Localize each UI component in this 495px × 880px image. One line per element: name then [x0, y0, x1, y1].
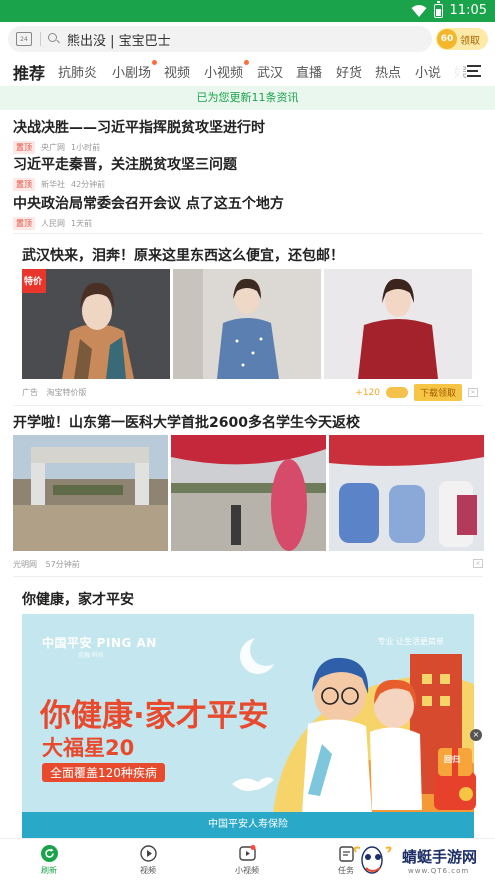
watermark-url: www.QT6.com — [408, 867, 470, 875]
download-claim-button[interactable]: 下载领取 — [413, 384, 462, 401]
news-item[interactable]: 决战决胜——习近平指挥脱贫攻坚进行时 置顶 央广网 1小时前 — [13, 117, 483, 154]
news-meta: 置顶 新华社 42分钟前 — [13, 178, 483, 191]
ad-image[interactable] — [324, 269, 472, 379]
status-bar: 11:05 — [0, 0, 495, 22]
pinned-tag: 置顶 — [13, 178, 35, 191]
nav-label: 刷新 — [41, 866, 57, 875]
nav-small-video[interactable]: 小视频 — [227, 845, 267, 876]
refresh-icon — [40, 845, 58, 862]
banner-section-title[interactable]: 你健康，家才平安 — [22, 589, 134, 609]
tab-label: 小视频 — [204, 66, 244, 81]
watermark-text: 蜻蜓手游网 — [402, 848, 478, 866]
banner-slogan: 专业 让生活更简单 — [377, 637, 444, 646]
new-dot — [244, 60, 250, 65]
scan-icon[interactable]: 24 — [16, 32, 32, 46]
tab-recommend[interactable]: 推荐 — [13, 60, 45, 84]
ad-image[interactable] — [173, 269, 321, 379]
wifi-icon — [411, 4, 427, 17]
tab-label: 小剧场 — [112, 66, 152, 81]
news-source: 新华社 — [41, 180, 65, 189]
news-source: 人民网 — [41, 219, 65, 228]
news-item[interactable]: 中央政治局常委会召开会议 点了这五个地方 置顶 人民网 1天前 — [13, 193, 483, 230]
nav-label: 视频 — [140, 866, 156, 875]
ad-source: 淘宝特价版 — [46, 388, 87, 397]
tabs-fade — [433, 56, 463, 86]
search-placeholder[interactable]: 熊出没 | 宝宝巴士 — [67, 30, 171, 49]
ad-title[interactable]: 武汉快来，泪奔！原来这里东西这么便宜，还包邮！ — [22, 245, 344, 265]
divider — [13, 233, 483, 234]
coin-reward-button[interactable]: 60 领取 — [436, 28, 488, 50]
coin-count: 60 — [437, 29, 457, 49]
insurance-banner[interactable]: 中国平安 PING AN 金融·科技 专业 让生活更简单 你健康·家才平安 大福… — [22, 614, 474, 838]
new-dot — [152, 60, 158, 65]
brand-subtitle: 金融·科技 — [78, 652, 104, 659]
tab-video[interactable]: 视频 — [164, 62, 190, 81]
ad-label: 广告 — [22, 388, 38, 397]
banner-coverage: 全面覆盖120种疾病 — [42, 763, 165, 782]
tab-goods[interactable]: 好货 — [336, 62, 362, 81]
menu-icon[interactable] — [467, 65, 481, 80]
sale-badge: 特价 — [24, 277, 43, 287]
ad-footer: 广告 淘宝特价版 +120 下载领取 × — [22, 384, 478, 401]
close-float-icon[interactable]: × — [470, 729, 482, 741]
banner-headline: 你健康·家才平安 — [40, 698, 269, 734]
news-image-row[interactable] — [13, 435, 484, 551]
ad-image[interactable]: 特价 — [22, 269, 170, 379]
small-video-icon — [238, 845, 256, 862]
news-meta: 置顶 央广网 1小时前 — [13, 141, 483, 154]
news-meta: 光明网 57分钟前 × — [13, 559, 483, 570]
banner-footer: 中国平安人寿保险 — [22, 812, 474, 838]
news-image[interactable] — [13, 435, 168, 551]
coin-label: 领取 — [460, 35, 480, 47]
close-ad-icon[interactable]: × — [468, 388, 478, 397]
status-time: 11:05 — [449, 3, 487, 18]
news-title[interactable]: 习近平走秦晋，关注脱贫攻坚三问题 — [13, 154, 483, 174]
search-icon — [48, 33, 60, 45]
news-meta: 置顶 人民网 1天前 — [13, 217, 483, 230]
news-source: 光明网 — [13, 560, 37, 569]
news-title[interactable]: 开学啦！山东第一医科大学首批2600多名学生今天返校 — [13, 412, 360, 432]
pinned-tag: 置顶 — [13, 141, 35, 154]
banner-product: 大福星20 — [42, 736, 135, 760]
news-item[interactable]: 习近平走秦晋，关注脱贫攻坚三问题 置顶 新华社 42分钟前 — [13, 154, 483, 191]
news-image[interactable] — [329, 435, 484, 551]
update-banner: 已为您更新11条资讯 — [0, 86, 495, 110]
news-title[interactable]: 中央政治局常委会召开会议 点了这五个地方 — [13, 193, 483, 213]
tab-mini-theater[interactable]: 小剧场 — [112, 60, 158, 81]
gift-badge: 回归 — [444, 755, 460, 764]
tab-anti-pneumonia[interactable]: 抗肺炎 — [58, 62, 97, 81]
news-image[interactable] — [171, 435, 326, 551]
pinned-tag: 置顶 — [13, 217, 35, 230]
nav-video[interactable]: 视频 — [128, 845, 168, 876]
reward-amount: +120 — [355, 387, 380, 398]
news-source: 央广网 — [41, 143, 65, 152]
search-separator — [40, 32, 41, 46]
news-time: 42分钟前 — [71, 180, 106, 189]
tab-small-video[interactable]: 小视频 — [204, 60, 250, 81]
dislike-icon[interactable]: × — [473, 559, 483, 568]
divider — [13, 576, 483, 577]
divider — [13, 405, 483, 406]
brand-logo: 中国平安 PING AN — [42, 636, 157, 650]
news-time: 1小时前 — [71, 143, 101, 152]
search-box[interactable]: 24 熊出没 | 宝宝巴士 — [8, 26, 432, 52]
tab-hot[interactable]: 热点 — [375, 62, 401, 81]
nav-refresh[interactable]: 刷新 — [29, 845, 69, 876]
search-row: 24 熊出没 | 宝宝巴士 60 领取 — [0, 22, 495, 56]
play-icon — [139, 845, 157, 862]
news-time: 1天前 — [71, 219, 93, 228]
tab-wuhan[interactable]: 武汉 — [257, 62, 283, 81]
ad-image-row[interactable]: 特价 — [22, 269, 472, 379]
nav-label: 小视频 — [235, 866, 259, 875]
coins-icon — [385, 387, 408, 398]
battery-icon — [433, 0, 443, 18]
news-time: 57分钟前 — [45, 560, 80, 569]
gift-float-button[interactable]: 回归 — [430, 742, 480, 814]
channel-tabs: 推荐 抗肺炎 小剧场 视频 小视频 武汉 直播 好货 热点 小说 娱 — [0, 56, 495, 86]
news-title[interactable]: 决战决胜——习近平指挥脱贫攻坚进行时 — [13, 117, 483, 137]
tab-live[interactable]: 直播 — [296, 62, 322, 81]
